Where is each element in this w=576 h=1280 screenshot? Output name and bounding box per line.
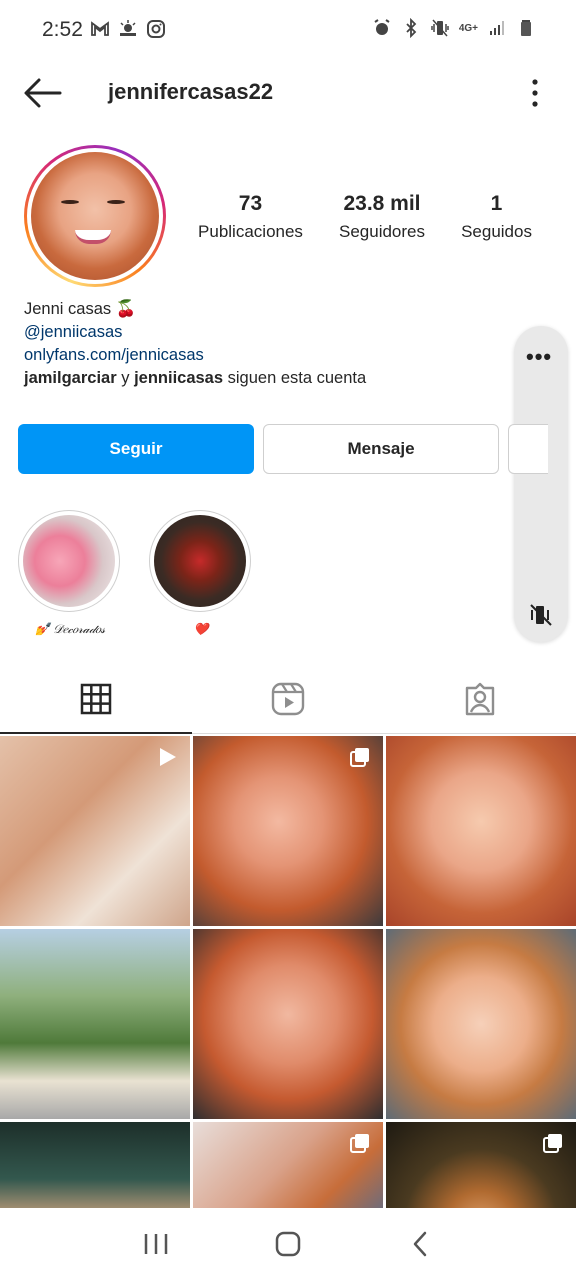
more-options-icon[interactable] bbox=[530, 78, 540, 108]
post-thumbnail[interactable] bbox=[193, 929, 383, 1119]
instagram-icon bbox=[147, 20, 165, 38]
signal-icon bbox=[490, 21, 504, 35]
floating-side-panel[interactable]: ••• bbox=[514, 326, 568, 642]
profile-header: jennifercasas22 bbox=[0, 62, 576, 124]
grid-icon bbox=[80, 683, 112, 714]
tab-tagged[interactable] bbox=[384, 664, 576, 733]
carousel-badge-icon bbox=[350, 748, 369, 767]
stat-followers[interactable]: 23.8 mil Seguidores bbox=[339, 192, 425, 242]
recent-apps-button[interactable] bbox=[136, 1224, 176, 1264]
post-thumbnail[interactable] bbox=[386, 929, 576, 1119]
followed-by-conj: y bbox=[116, 369, 135, 387]
carousel-badge-icon bbox=[543, 1134, 562, 1153]
avatar-image bbox=[31, 152, 159, 280]
avatar-eye-left bbox=[61, 200, 79, 204]
highlight-cover bbox=[23, 515, 115, 607]
highlight-decorados[interactable]: 💅 𝒟𝑒𝒸𝑜𝓇𝒶𝒹𝑜𝓈 bbox=[18, 510, 122, 637]
alarm-icon bbox=[374, 19, 390, 35]
profile-display-name: Jenni casas 🍒 bbox=[24, 300, 137, 318]
followed-by-user-2: jenniicasas bbox=[134, 369, 224, 387]
battery-icon bbox=[521, 20, 531, 36]
profile-mention-link[interactable]: @jenniicasas bbox=[24, 321, 366, 344]
profile-username: jennifercasas22 bbox=[108, 79, 274, 104]
recent-apps-icon bbox=[144, 1234, 168, 1254]
mute-icon[interactable] bbox=[528, 602, 554, 628]
post-thumbnail[interactable] bbox=[0, 736, 190, 926]
stat-posts[interactable]: 73 Publicaciones bbox=[198, 192, 303, 242]
message-button[interactable]: Mensaje bbox=[263, 424, 499, 474]
avatar-smile bbox=[75, 230, 111, 244]
highlight-heart[interactable]: ❤️ bbox=[149, 510, 253, 636]
highlight-label: ❤️ bbox=[193, 622, 209, 636]
stat-followers-label: Seguidores bbox=[339, 222, 426, 241]
highlight-label: 💅 𝒟𝑒𝒸𝑜𝓇𝒶𝒹𝑜𝓈 bbox=[34, 622, 106, 636]
highlight-ring bbox=[18, 510, 120, 612]
status-left-icons bbox=[90, 19, 166, 39]
profile-avatar[interactable] bbox=[24, 145, 166, 287]
weather-icon bbox=[120, 20, 136, 36]
followed-by-user-1: jamilgarciar bbox=[24, 369, 117, 387]
carousel-badge-icon bbox=[350, 1134, 369, 1153]
profile-website-link[interactable]: onlyfans.com/jennicasas bbox=[24, 344, 366, 367]
stat-followers-value: 23.8 mil bbox=[343, 192, 421, 215]
stat-posts-value: 73 bbox=[238, 192, 263, 215]
followed-by-suffix: siguen esta cuenta bbox=[223, 369, 367, 387]
status-bar: 2:52 4G+ bbox=[0, 0, 576, 62]
tab-reels[interactable] bbox=[192, 664, 384, 733]
highlight-ring bbox=[149, 510, 251, 612]
stat-posts-label: Publicaciones bbox=[198, 222, 303, 241]
panel-more-icon[interactable]: ••• bbox=[526, 344, 552, 370]
back-arrow-icon[interactable] bbox=[22, 76, 62, 110]
tab-posts[interactable] bbox=[0, 664, 192, 734]
reels-icon bbox=[271, 682, 305, 715]
bluetooth-icon bbox=[406, 18, 417, 38]
post-thumbnail[interactable] bbox=[0, 929, 190, 1119]
gmail-icon bbox=[91, 21, 109, 36]
home-button[interactable] bbox=[268, 1224, 308, 1264]
posts-grid bbox=[0, 736, 576, 1280]
vibrate-icon bbox=[431, 19, 449, 37]
stat-following-label: Seguidos bbox=[461, 222, 532, 241]
profile-bio: Jenni casas 🍒 @jenniicasas onlyfans.com/… bbox=[24, 298, 366, 390]
reel-badge-icon bbox=[160, 748, 176, 766]
follow-button[interactable]: Seguir bbox=[18, 424, 254, 474]
tagged-icon bbox=[465, 682, 495, 715]
followed-by-text[interactable]: jamilgarciar y jenniicasas siguen esta c… bbox=[24, 367, 366, 390]
profile-tabs bbox=[0, 664, 576, 734]
stat-following-value: 1 bbox=[490, 192, 503, 215]
avatar-eye-right bbox=[107, 200, 125, 204]
suggested-accounts-button[interactable] bbox=[508, 424, 548, 474]
system-nav-bar bbox=[0, 1208, 576, 1280]
highlight-cover bbox=[154, 515, 246, 607]
post-thumbnail[interactable] bbox=[193, 736, 383, 926]
post-thumbnail[interactable] bbox=[386, 736, 576, 926]
stat-following[interactable]: 1 Seguidos bbox=[461, 192, 532, 242]
home-icon bbox=[275, 1231, 301, 1257]
back-chevron-icon bbox=[413, 1231, 427, 1257]
network-4g-icon: 4G+ bbox=[458, 22, 478, 34]
profile-stats: 73 Publicaciones 23.8 mil Seguidores 1 S… bbox=[180, 192, 550, 242]
status-time: 2:52 bbox=[42, 18, 83, 41]
avatar-frame bbox=[27, 148, 163, 284]
back-button[interactable] bbox=[400, 1224, 440, 1264]
status-right-icons: 4G+ bbox=[372, 18, 536, 38]
